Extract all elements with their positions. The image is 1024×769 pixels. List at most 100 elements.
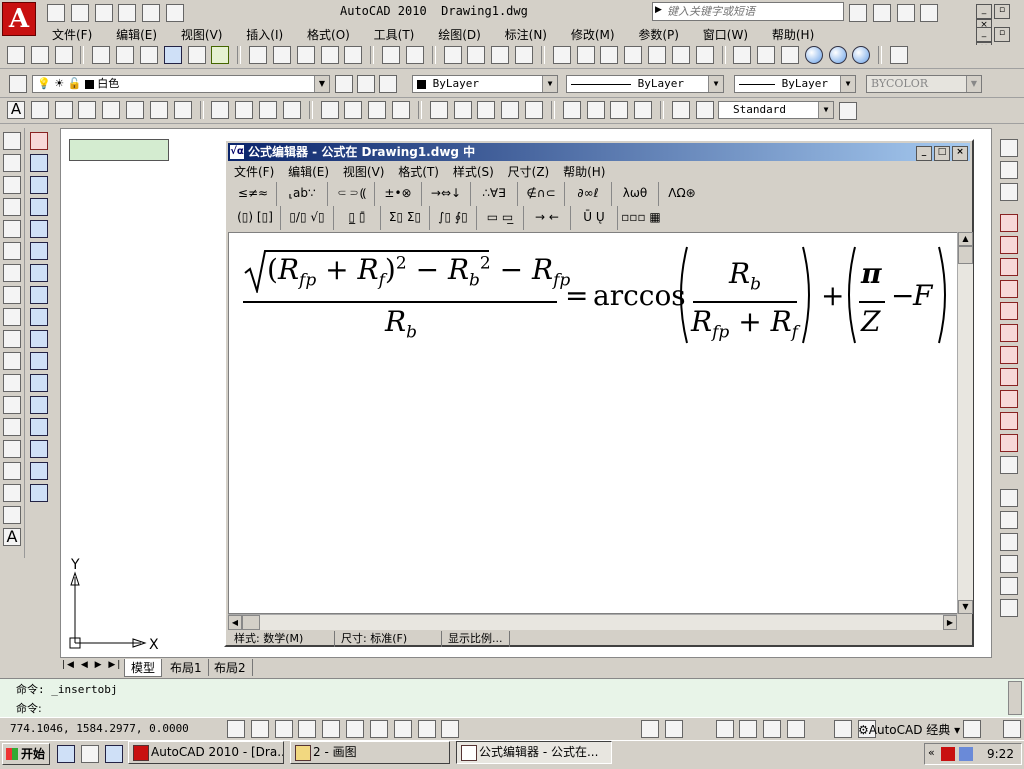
palette-relational[interactable]: ≤≠≈ <box>230 182 277 206</box>
dim-diameter-v-icon[interactable] <box>1000 599 1018 617</box>
minimize-icon[interactable]: _ <box>976 4 992 19</box>
toolbar-lock-icon[interactable] <box>963 720 981 738</box>
chevron-down-icon[interactable]: ▼ <box>818 102 833 118</box>
single-line-text-icon[interactable] <box>30 101 49 119</box>
help-icon[interactable] <box>695 46 714 64</box>
etransmit-icon[interactable] <box>187 46 206 64</box>
zoom-previous-icon[interactable] <box>515 46 534 64</box>
binoculars-icon[interactable] <box>849 4 867 22</box>
move-icon[interactable] <box>30 242 48 260</box>
eq-menu-style[interactable]: 样式(S) <box>453 165 494 179</box>
communication-center-icon[interactable] <box>872 4 891 22</box>
pan-hand-icon[interactable] <box>1000 139 1018 157</box>
menu-dimension[interactable]: 标注(N) <box>505 28 547 42</box>
object-snap-icon[interactable] <box>322 720 341 738</box>
zoom-window-icon[interactable] <box>491 46 510 64</box>
palette-matrices[interactable]: ▫▫▫ ▦ <box>618 206 664 230</box>
pan-status-icon[interactable] <box>715 720 734 738</box>
snap-center-icon[interactable] <box>1000 368 1018 386</box>
chamfer-icon[interactable] <box>30 440 48 458</box>
menu-format[interactable]: 格式(O) <box>307 28 350 42</box>
palette-spaces[interactable]: ⸤ab∵ <box>277 182 328 206</box>
dimension-style-icon[interactable] <box>839 102 857 120</box>
scroll-up-arrow-icon[interactable]: ▲ <box>958 232 973 246</box>
gradient-icon[interactable] <box>3 462 21 480</box>
eq-menu-size[interactable]: 尺寸(Z) <box>508 165 550 179</box>
equation-editor-titlebar[interactable]: √α 公式编辑器 - 公式在 Drawing1.dwg 中 _ □ × <box>228 143 970 161</box>
dimension-text-edit-icon[interactable] <box>695 101 714 119</box>
layer-previous-icon[interactable] <box>357 75 375 93</box>
qnew-icon[interactable] <box>7 46 25 64</box>
search-input[interactable] <box>665 3 843 20</box>
x-ray-icon[interactable] <box>780 46 799 64</box>
stretch-icon[interactable] <box>30 308 48 326</box>
palette-underbars[interactable]: ▭ ▭̲ <box>477 206 524 230</box>
scroll-down-arrow-icon[interactable]: ▼ <box>958 600 973 614</box>
sheet-set-icon[interactable] <box>624 46 643 64</box>
insert-block-icon[interactable] <box>3 374 21 392</box>
ellipse-arc-icon[interactable] <box>3 352 21 370</box>
eq-menu-view[interactable]: 视图(V) <box>343 165 385 179</box>
palette-greek-lower[interactable]: λωθ <box>612 182 659 206</box>
match-properties-icon[interactable] <box>320 46 339 64</box>
scale-icon[interactable] <box>30 286 48 304</box>
lineweight-toggle-icon[interactable] <box>417 720 436 738</box>
2d-wireframe-icon[interactable] <box>733 46 752 64</box>
layer-state-icon[interactable] <box>379 75 397 93</box>
trim-icon[interactable] <box>30 330 48 348</box>
make-current-layer-icon[interactable] <box>335 75 353 93</box>
spell-check-icon[interactable] <box>102 101 121 119</box>
annotation-scale-icon[interactable] <box>833 720 852 738</box>
justify-text-icon[interactable] <box>173 101 192 119</box>
tolerance-icon[interactable] <box>562 101 581 119</box>
palette-integrals[interactable]: ∫▯ ∮▯ <box>430 206 477 230</box>
make-block-icon[interactable] <box>3 396 21 414</box>
palette-logic[interactable]: ∴∀∃ <box>471 182 518 206</box>
zoom-realtime-icon[interactable] <box>467 46 486 64</box>
vertical-scrollbar[interactable]: ▲ ▼ <box>957 232 973 614</box>
pan-icon[interactable] <box>443 46 462 64</box>
table-icon[interactable] <box>3 506 21 524</box>
object-snap-tracking-icon[interactable] <box>346 720 365 738</box>
polar-tracking-icon[interactable] <box>298 720 317 738</box>
linear-dimension-icon[interactable] <box>211 101 230 119</box>
palette-embellishments[interactable]: ⸦⸧⸨ <box>328 182 375 206</box>
help-icon[interactable] <box>920 4 939 22</box>
offset-icon[interactable] <box>30 198 48 216</box>
eq-maximize-icon[interactable]: □ <box>934 146 950 161</box>
lineweight-combo[interactable]: ByLayer ▼ <box>734 75 856 93</box>
radius-icon[interactable] <box>320 101 339 119</box>
quick-properties-icon[interactable] <box>441 720 460 738</box>
dim-linear-v-icon[interactable] <box>1000 489 1018 507</box>
continue-icon[interactable] <box>477 101 496 119</box>
internet-explorer-icon[interactable] <box>57 745 75 763</box>
open-icon[interactable] <box>30 46 49 64</box>
erase-icon[interactable] <box>30 132 48 150</box>
dim-style-combo[interactable]: Standard ▼ <box>718 101 834 119</box>
ole-frame[interactable] <box>69 139 169 161</box>
conceptual-sphere-icon[interactable] <box>828 46 847 64</box>
palette-arrows[interactable]: →⇔↓ <box>422 182 471 206</box>
array-icon[interactable] <box>30 220 48 238</box>
free-orbit-icon[interactable] <box>1000 183 1018 201</box>
layer-manager-icon[interactable] <box>9 75 27 93</box>
command-scrollbar[interactable] <box>1008 681 1022 715</box>
snap-parallel-icon[interactable] <box>1000 324 1018 342</box>
dim-angle-v-icon[interactable] <box>1000 555 1018 573</box>
menu-parametric[interactable]: 参数(P) <box>638 28 679 42</box>
grid-display-icon[interactable] <box>250 720 269 738</box>
polyline-icon[interactable] <box>3 176 21 194</box>
text-style-icon[interactable] <box>126 101 145 119</box>
batch-plot-icon[interactable] <box>211 46 230 64</box>
scale-text-icon[interactable] <box>149 101 168 119</box>
visual-styles-manager-icon[interactable] <box>890 46 909 64</box>
coordinate-readout[interactable]: 774.1046, 1584.2977, 0.0000 <box>10 722 189 735</box>
eq-menu-edit[interactable]: 编辑(E) <box>288 165 329 179</box>
arc-icon[interactable] <box>3 242 21 260</box>
model-space-icon[interactable] <box>641 720 659 738</box>
network-icon[interactable] <box>959 747 973 761</box>
chevron-down-icon[interactable]: ▼ <box>542 76 557 92</box>
ordinate-icon[interactable] <box>282 101 301 119</box>
extend-icon[interactable] <box>30 352 48 370</box>
eq-close-icon[interactable]: × <box>952 146 968 161</box>
